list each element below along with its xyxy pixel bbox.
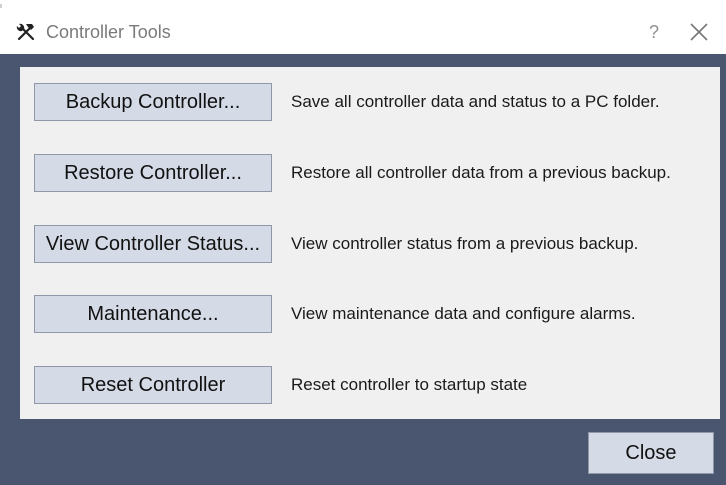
help-button[interactable]: ? [642, 19, 666, 45]
reset-controller-button[interactable]: Reset Controller [34, 366, 272, 404]
restore-controller-button[interactable]: Restore Controller... [34, 154, 272, 192]
close-button[interactable]: Close [588, 432, 714, 474]
maintenance-description: View maintenance data and configure alar… [291, 304, 636, 323]
close-icon[interactable] [686, 19, 712, 45]
view-controller-status-button[interactable]: View Controller Status... [34, 225, 272, 263]
tools-icon [16, 23, 35, 41]
window-edge-mark [0, 4, 2, 8]
window-title: Controller Tools [46, 22, 171, 42]
backup-controller-button[interactable]: Backup Controller... [34, 83, 272, 121]
tools-panel: Backup Controller... Save all controller… [20, 67, 720, 419]
view-controller-status-description: View controller status from a previous b… [291, 234, 639, 253]
title-bar: Controller Tools ? [0, 0, 726, 54]
backup-controller-description: Save all controller data and status to a… [291, 92, 660, 111]
maintenance-button[interactable]: Maintenance... [34, 295, 272, 333]
restore-controller-description: Restore all controller data from a previ… [291, 163, 671, 182]
reset-controller-description: Reset controller to startup state [291, 375, 528, 394]
